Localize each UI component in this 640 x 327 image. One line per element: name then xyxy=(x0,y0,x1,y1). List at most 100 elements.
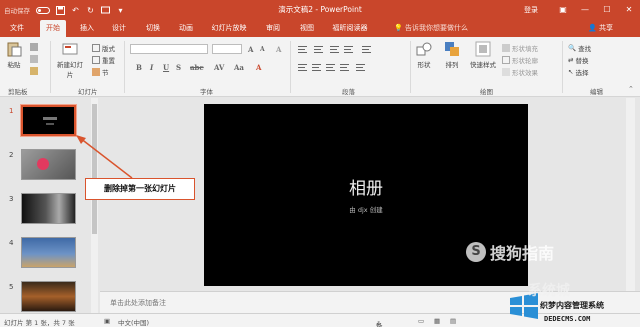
replace-button[interactable]: ⇄ 替换 xyxy=(568,55,588,65)
tab-transitions[interactable]: 切换 xyxy=(142,20,164,37)
shadow-icon[interactable]: S xyxy=(176,63,181,72)
normal-view-icon[interactable]: ▭ xyxy=(418,317,424,325)
clear-formatting-icon[interactable]: A xyxy=(276,45,281,54)
save-icon[interactable] xyxy=(56,5,65,15)
shrink-font-icon[interactable]: A xyxy=(260,46,265,53)
shapes-button[interactable]: 形状 xyxy=(416,41,432,69)
shape-outline-button[interactable]: 形状轮廓 xyxy=(502,55,538,65)
columns-icon[interactable] xyxy=(356,64,365,71)
grow-font-icon[interactable]: A xyxy=(248,45,253,54)
bullets-icon[interactable] xyxy=(298,46,307,53)
underline-icon[interactable]: U xyxy=(163,63,169,72)
slide-preview xyxy=(21,105,76,136)
align-center-icon[interactable] xyxy=(312,64,321,71)
undo-icon[interactable]: ↶ xyxy=(71,6,80,15)
slide-number: 1 xyxy=(9,107,14,115)
decrease-indent-icon[interactable] xyxy=(330,46,339,53)
quick-styles-label: 快速样式 xyxy=(470,61,496,69)
xitong-watermark: 系统城 xyxy=(528,283,570,299)
reset-button[interactable]: 重置 xyxy=(92,55,115,65)
slide-sorter-icon[interactable]: ▦ xyxy=(434,317,440,325)
font-color-icon[interactable]: A xyxy=(256,63,261,72)
presentation-icon[interactable] xyxy=(101,6,110,15)
cut-icon[interactable] xyxy=(30,43,38,51)
shape-effects-label: 形状效果 xyxy=(512,69,538,77)
tab-insert[interactable]: 插入 xyxy=(76,20,98,37)
change-case-icon[interactable]: Aa xyxy=(234,63,244,72)
minimize-icon[interactable]: — xyxy=(574,0,596,20)
cursor-icon: ↖ xyxy=(568,68,574,76)
font-name-input[interactable] xyxy=(130,44,208,54)
align-right-icon[interactable] xyxy=(326,64,335,71)
redo-icon[interactable]: ↻ xyxy=(86,6,95,15)
font-size-input[interactable] xyxy=(212,44,242,54)
quick-access-toolbar: 自动保存 ↶ ↻ ▾ xyxy=(0,5,200,15)
spacing-icon[interactable]: AV xyxy=(214,63,224,72)
login-link[interactable]: 登录 xyxy=(524,5,538,15)
person-icon: 👤 xyxy=(588,24,597,32)
copy-icon[interactable] xyxy=(30,55,38,63)
autosave-toggle[interactable] xyxy=(36,6,50,14)
select-button[interactable]: ↖ 选择 xyxy=(568,67,588,77)
paragraph-group-label: 段落 xyxy=(342,88,355,96)
close-icon[interactable]: ✕ xyxy=(618,0,640,20)
find-button[interactable]: 🔍 查找 xyxy=(568,43,591,53)
customize-qat-icon[interactable]: ▾ xyxy=(116,6,125,15)
align-left-icon[interactable] xyxy=(298,64,307,71)
slide-number: 2 xyxy=(9,151,14,159)
layout-icon xyxy=(92,44,100,52)
format-painter-icon[interactable] xyxy=(30,67,38,75)
new-slide-label: 新建幻灯片 xyxy=(57,61,83,79)
effects-icon xyxy=(502,68,510,76)
autosave-label: 自动保存 xyxy=(4,7,30,15)
layout-button[interactable]: 版式 xyxy=(92,43,115,53)
slide-thumbnail-4[interactable]: 4 xyxy=(0,234,100,276)
slide-preview xyxy=(21,193,76,224)
increase-indent-icon[interactable] xyxy=(344,46,353,53)
strikethrough-icon[interactable]: abc xyxy=(190,63,204,72)
ribbon-options-icon[interactable]: ▣ xyxy=(552,0,574,20)
language-status[interactable]: 中文(中国) xyxy=(118,317,149,327)
tab-file[interactable]: 文件 xyxy=(6,20,28,37)
tell-me-search[interactable]: 💡 告诉我你想要做什么 xyxy=(394,20,468,37)
slide-subtitle[interactable]: 由 djx 创建 xyxy=(204,204,528,214)
maximize-icon[interactable]: ☐ xyxy=(596,0,618,20)
tab-home[interactable]: 开始 xyxy=(40,20,66,37)
share-label: 共享 xyxy=(598,24,613,32)
shape-fill-label: 形状填充 xyxy=(512,45,538,53)
tab-animations[interactable]: 动画 xyxy=(175,20,197,37)
section-label: 节 xyxy=(102,69,109,77)
tab-view[interactable]: 视图 xyxy=(296,20,318,37)
italic-icon[interactable]: I xyxy=(150,63,153,72)
section-button[interactable]: 节 xyxy=(92,67,109,77)
quick-styles-icon xyxy=(475,41,491,57)
arrange-button[interactable]: 排列 xyxy=(444,41,460,69)
divider xyxy=(50,41,51,93)
editing-group-label: 编辑 xyxy=(590,88,603,96)
tab-foxit[interactable]: 福昕阅读器 xyxy=(328,20,372,37)
share-button[interactable]: 👤 共享 xyxy=(588,20,613,37)
numbering-icon[interactable] xyxy=(314,46,323,53)
editor-scrollbar[interactable] xyxy=(626,98,635,291)
tab-review[interactable]: 审阅 xyxy=(262,20,284,37)
slide-preview xyxy=(21,149,76,180)
paste-button[interactable]: 粘贴 xyxy=(6,41,22,69)
divider xyxy=(290,41,291,93)
line-spacing-icon[interactable] xyxy=(362,46,371,53)
title-bar: 自动保存 ↶ ↻ ▾ 演示文稿2 - PowerPoint 登录 ▣ — ☐ ✕ xyxy=(0,0,640,20)
spellcheck-icon[interactable]: ▣ xyxy=(104,317,110,325)
bold-icon[interactable]: B xyxy=(136,63,142,72)
collapse-ribbon-icon[interactable]: ⌃ xyxy=(628,85,634,93)
sogou-text: 搜狗指南 xyxy=(490,244,555,263)
quick-styles-button[interactable]: 快速样式 xyxy=(470,41,496,69)
justify-icon[interactable] xyxy=(340,64,349,71)
arrange-label: 排列 xyxy=(445,61,459,69)
tab-design[interactable]: 设计 xyxy=(108,20,130,37)
shape-fill-button[interactable]: 形状填充 xyxy=(502,43,538,53)
slide-title[interactable]: 相册 xyxy=(204,174,528,199)
reset-label: 重置 xyxy=(102,57,115,65)
shape-effects-button[interactable]: 形状效果 xyxy=(502,67,538,77)
tab-slideshow[interactable]: 幻灯片放映 xyxy=(208,20,250,37)
reading-view-icon[interactable]: ▤ xyxy=(450,317,456,325)
new-slide-button[interactable]: 新建幻灯片 xyxy=(56,41,84,79)
